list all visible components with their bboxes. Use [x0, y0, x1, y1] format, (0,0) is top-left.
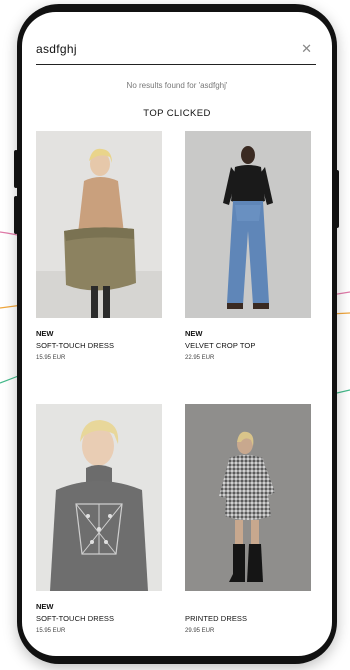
close-icon[interactable]: ✕	[301, 42, 312, 56]
product-image[interactable]	[36, 404, 162, 591]
product-image[interactable]	[185, 131, 311, 318]
product-name[interactable]: SOFT-TOUCH DRESS	[36, 341, 162, 350]
product-image[interactable]	[36, 131, 162, 318]
product-name[interactable]: VELVET CROP TOP	[185, 341, 311, 350]
product-name[interactable]: SOFT-TOUCH DRESS	[36, 614, 162, 623]
no-results-message: No results found for 'asdfghj'	[126, 81, 228, 90]
phone-side-button	[14, 150, 18, 188]
product-price: 22.95 EUR	[185, 355, 215, 361]
product-image[interactable]	[185, 404, 311, 591]
search-input[interactable]: asdfghj	[36, 42, 77, 56]
product-price: 15.95 EUR	[36, 628, 66, 634]
model-black-top-jeans-icon	[185, 131, 311, 318]
phone-power-button	[335, 170, 339, 228]
phone-side-button	[14, 196, 18, 234]
product-tag: NEW	[36, 329, 54, 338]
phone-screen: asdfghj ✕ No results found for 'asdfghj'…	[22, 12, 332, 656]
section-title: TOP CLICKED	[143, 108, 211, 119]
product-name[interactable]: PRINTED DRESS	[185, 614, 311, 623]
search-bar[interactable]: asdfghj ✕	[36, 36, 316, 65]
product-price: 29.95 EUR	[185, 628, 215, 634]
product-card[interactable]: PRINTED DRESS 29.95 EUR	[185, 404, 311, 635]
product-price: 15.95 EUR	[36, 355, 66, 361]
model-gingham-dress-boots-icon	[185, 404, 311, 591]
model-camel-dress-bag-icon	[36, 131, 162, 318]
product-tag: NEW	[36, 602, 54, 611]
model-grey-knit-dress-icon	[36, 404, 162, 591]
product-card[interactable]: NEW SOFT-TOUCH DRESS 15.95 EUR	[36, 404, 162, 635]
product-card[interactable]: NEW SOFT-TOUCH DRESS 15.95 EUR	[36, 131, 162, 362]
product-card[interactable]: NEW VELVET CROP TOP 22.95 EUR	[185, 131, 311, 362]
product-tag: NEW	[185, 329, 203, 338]
product-tag	[185, 602, 311, 611]
